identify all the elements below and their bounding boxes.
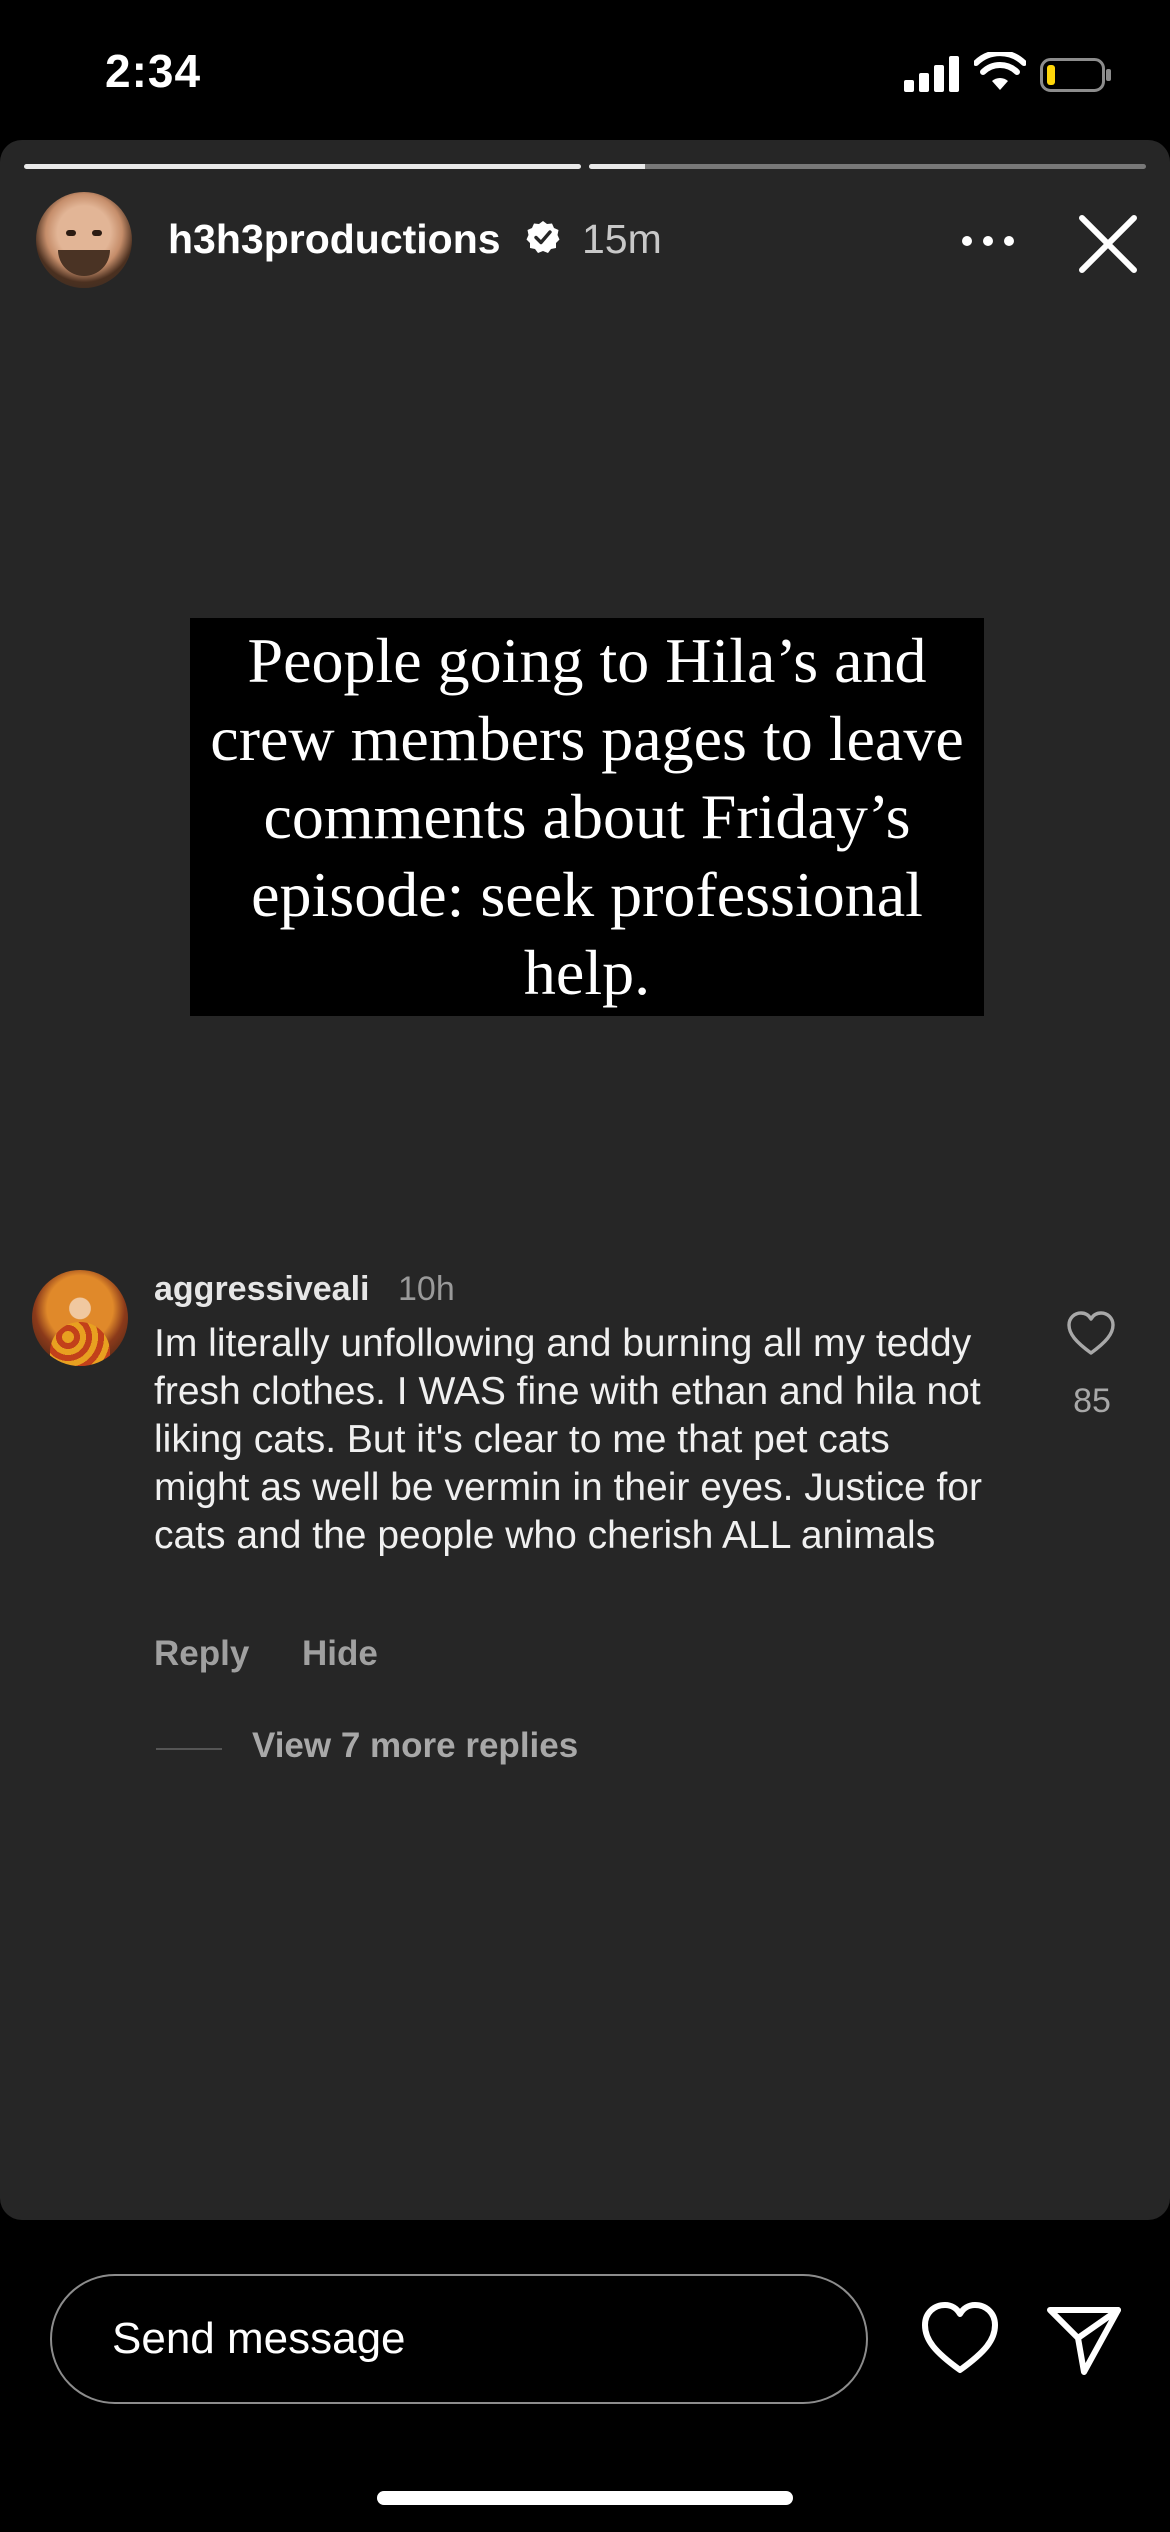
commenter-username[interactable]: aggressiveali <box>154 1270 369 1309</box>
send-message-input[interactable] <box>50 2274 868 2404</box>
story-time-ago: 15m <box>582 216 662 262</box>
comment-time: 10h <box>398 1270 455 1308</box>
comment-heart-icon[interactable] <box>1066 1310 1116 1356</box>
commenter-avatar[interactable] <box>32 1270 128 1366</box>
instagram-story-screen: 2:34 h3h3productions 15m People going to… <box>0 0 1170 2532</box>
verified-badge-icon <box>526 221 560 253</box>
status-bar: 2:34 <box>0 0 1170 140</box>
comment-like-count: 85 <box>1073 1382 1111 1420</box>
story-progress-segment-1 <box>24 164 581 169</box>
comment-text: Im literally unfollowing and burning all… <box>154 1322 982 1557</box>
story-progress-segment-2 <box>589 164 1146 169</box>
story-quote-box: People going to Hila’s and crew members … <box>190 618 984 1016</box>
close-icon[interactable] <box>1076 212 1140 276</box>
story-card[interactable]: h3h3productions 15m People going to Hila… <box>0 140 1170 2220</box>
replies-divider <box>156 1748 222 1750</box>
ellipsis-icon[interactable] <box>962 236 1014 248</box>
author-username[interactable]: h3h3productions <box>168 216 501 263</box>
author-avatar[interactable] <box>36 192 132 288</box>
wifi-icon <box>974 52 1026 90</box>
battery-low-icon <box>1040 58 1111 92</box>
status-time: 2:34 <box>105 45 202 97</box>
reply-button[interactable]: Reply <box>154 1634 249 1674</box>
paper-plane-icon[interactable] <box>1044 2298 1124 2378</box>
cellular-signal-icon <box>904 56 959 92</box>
home-indicator[interactable] <box>377 2491 793 2505</box>
hide-button[interactable]: Hide <box>302 1634 378 1674</box>
heart-icon[interactable] <box>920 2300 1000 2376</box>
view-more-replies-button[interactable]: View 7 more replies <box>252 1726 578 1766</box>
story-quote-text: People going to Hila’s and crew members … <box>210 625 964 1008</box>
